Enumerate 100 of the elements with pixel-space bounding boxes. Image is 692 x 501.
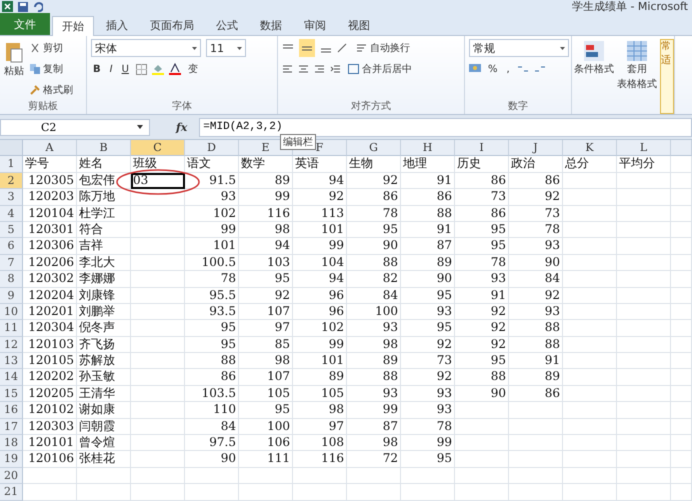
table-cell: 87	[401, 238, 455, 255]
table-cell: 齐飞扬	[77, 336, 131, 354]
table-cell: 73	[509, 206, 563, 222]
table-cell: 吉祥	[77, 238, 131, 255]
table-cell: 班级	[131, 156, 185, 173]
table-cell: 103.5	[185, 386, 239, 402]
table-cell: 98	[347, 336, 401, 354]
table-cell: 99	[293, 238, 347, 255]
table-cell: 95	[401, 451, 455, 468]
table-cell: 120206	[23, 254, 77, 272]
table-cell: 谢如康	[77, 402, 131, 419]
table-cell: 93	[347, 320, 401, 337]
table-cell: 生物	[347, 156, 401, 173]
table-cell: 95	[347, 222, 401, 238]
table-cell: 英语	[293, 156, 347, 173]
table-cell: 89	[293, 369, 347, 386]
table-cell: 符合	[77, 222, 131, 238]
table-cell: 95	[239, 271, 293, 288]
table-cell: 120105	[23, 353, 77, 370]
table-cell: 91	[455, 288, 509, 304]
table-cell: 88	[185, 353, 239, 370]
table-cell: 包宏伟	[77, 172, 131, 190]
table-cell: 93	[401, 304, 455, 320]
table-cell: 92	[509, 288, 563, 304]
table-cell: 89	[239, 172, 293, 190]
table-cell: 78	[401, 418, 455, 436]
table-cell: 78	[347, 206, 401, 222]
table-cell: 94	[239, 238, 293, 255]
table-cell: 110	[185, 402, 239, 419]
table-cell: 94	[293, 172, 347, 190]
table-cell: 88	[455, 369, 509, 386]
table-cell: 95	[185, 320, 239, 337]
table-cell: 120304	[23, 320, 77, 337]
table-cell: 84	[347, 288, 401, 304]
table-cell: 89	[509, 369, 563, 386]
table-cell: 99	[239, 189, 293, 206]
table-cell: 92	[455, 304, 509, 320]
table-cell: 学号	[23, 156, 77, 173]
table-cell: 90	[347, 238, 401, 255]
table-cell: 120306	[23, 238, 77, 255]
table-cell: 102	[293, 320, 347, 337]
table-cell: 90	[509, 254, 563, 272]
table-cell: 陈万地	[77, 189, 131, 206]
table-cell: 91	[401, 222, 455, 238]
table-cell: 93	[347, 386, 401, 402]
table-cell: 111	[239, 451, 293, 468]
table-cell: 86	[185, 369, 239, 386]
table-cell: 88	[347, 254, 401, 272]
table-cell: 92	[509, 189, 563, 206]
table-cell: 95	[401, 288, 455, 304]
table-cell: 90	[401, 271, 455, 288]
table-cell: 98	[239, 353, 293, 370]
table-cell: 99	[401, 435, 455, 452]
table-cell: 85	[239, 336, 293, 354]
table-cell: 120103	[23, 336, 77, 354]
table-cell: 102	[185, 206, 239, 222]
group-label: 对齐方式	[350, 100, 392, 114]
table-cell: 86	[455, 206, 509, 222]
table-cell: 93.5	[185, 304, 239, 320]
table-cell: 78	[185, 271, 239, 288]
table-cell: 90	[455, 386, 509, 402]
table-cell: 92	[455, 320, 509, 337]
table-cell: 闫朝霞	[77, 418, 131, 436]
table-cell: 116	[293, 451, 347, 468]
table-cell: 97	[293, 418, 347, 436]
table-cell: 120303	[23, 418, 77, 436]
table-cell: 86	[455, 172, 509, 190]
table-cell: 89	[347, 353, 401, 370]
table-cell: 95	[455, 353, 509, 370]
table-cell: 120101	[23, 435, 77, 452]
table-cell: 86	[347, 189, 401, 206]
table-cell: 87	[347, 418, 401, 436]
table-cell: 107	[239, 369, 293, 386]
table-cell: 李北大	[77, 254, 131, 272]
table-cell: 倪冬声	[77, 320, 131, 337]
table-cell: 92	[455, 336, 509, 354]
window-title: 学生成绩单 - Microsoft	[572, 0, 688, 14]
table-cell: 姓名	[77, 156, 131, 173]
table-cell: 99	[293, 336, 347, 354]
table-cell: 78	[509, 222, 563, 238]
table-cell: 73	[401, 353, 455, 370]
table-cell: 108	[293, 435, 347, 452]
table-cell: 张桂花	[77, 451, 131, 468]
table-cell: 116	[239, 206, 293, 222]
table-cell: 120201	[23, 304, 77, 320]
table-cell: 91	[401, 172, 455, 190]
table-cell: 平均分	[617, 156, 671, 173]
table-cell: 90	[185, 451, 239, 468]
table-cell: 刘鹏举	[77, 304, 131, 320]
table-cell: 89	[401, 254, 455, 272]
table-cell: 98	[239, 222, 293, 238]
table-cell: 120204	[23, 288, 77, 304]
table-cell: 92	[347, 172, 401, 190]
table-cell: 101	[185, 238, 239, 255]
table-cell: 96	[293, 288, 347, 304]
table-cell: 88	[347, 369, 401, 386]
table-cell: 84	[185, 418, 239, 436]
table-cell: 92	[293, 189, 347, 206]
table-cell: 97	[239, 320, 293, 337]
table-cell: 100.5	[185, 254, 239, 272]
